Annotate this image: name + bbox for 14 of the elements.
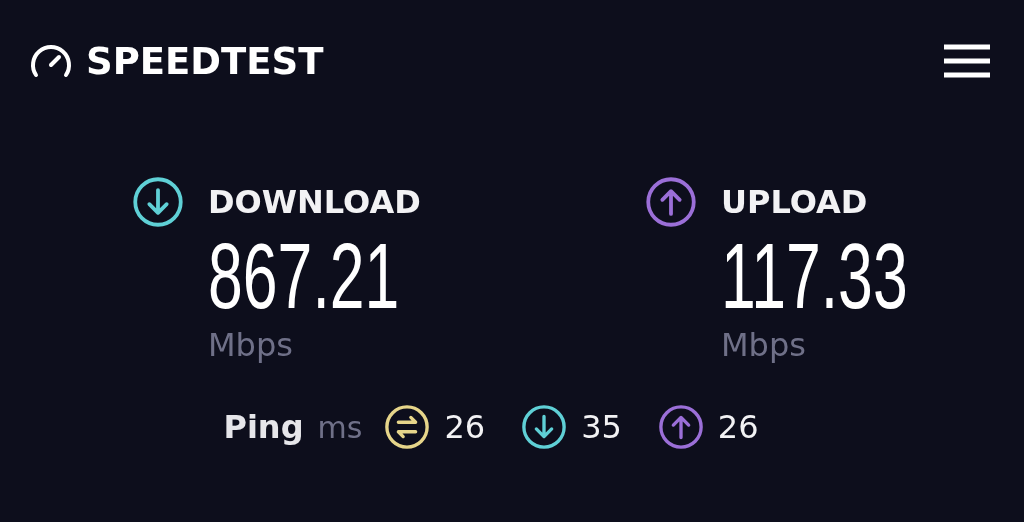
ping-label: Ping	[223, 408, 304, 446]
speed-unit: Mbps	[721, 326, 806, 364]
ping-value: 35	[581, 408, 622, 446]
ping-value: 26	[444, 408, 486, 446]
menu-icon[interactable]	[944, 44, 990, 78]
result-label: DOWNLOAD	[208, 183, 422, 221]
ping-value: 26	[717, 408, 759, 446]
speed-value: 867.21	[208, 232, 400, 320]
speed-unit: Mbps	[208, 326, 293, 364]
gauge-icon	[28, 43, 74, 79]
ping-unit: ms	[317, 409, 363, 445]
speed-value: 117.33	[721, 232, 908, 320]
app-title: SPEEDTEST	[86, 39, 324, 83]
result-label: UPLOAD	[721, 183, 869, 221]
